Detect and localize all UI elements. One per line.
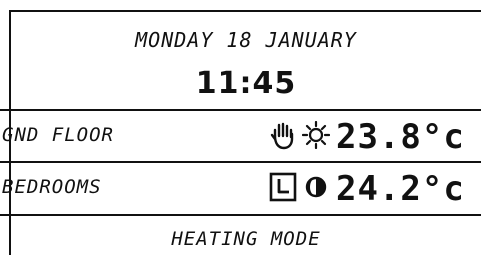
zone-row-gnd-floor[interactable]: GND FLOOR 23.8°c <box>0 111 481 161</box>
clock-icon <box>269 172 297 202</box>
hand-icon <box>270 122 294 150</box>
zone-name: GND FLOOR <box>2 124 114 146</box>
display-frame-top <box>9 10 481 12</box>
thermostat-display: MONDAY 18 JANUARY 11:45 GND FLOOR 23.8°c… <box>0 0 481 255</box>
divider <box>0 214 481 216</box>
zone-temperature: 24.2°c <box>336 169 465 209</box>
zone-temperature: 23.8°c <box>336 117 465 157</box>
mode-label: HEATING MODE <box>171 228 321 250</box>
zone-name: BEDROOMS <box>2 176 102 198</box>
zone-row-bedrooms[interactable]: BEDROOMS 24.2°c <box>0 163 481 213</box>
half-moon-icon <box>305 176 327 198</box>
sun-icon <box>302 121 330 149</box>
date-label: MONDAY 18 JANUARY <box>135 28 357 52</box>
time-label: 11:45 <box>195 66 297 101</box>
